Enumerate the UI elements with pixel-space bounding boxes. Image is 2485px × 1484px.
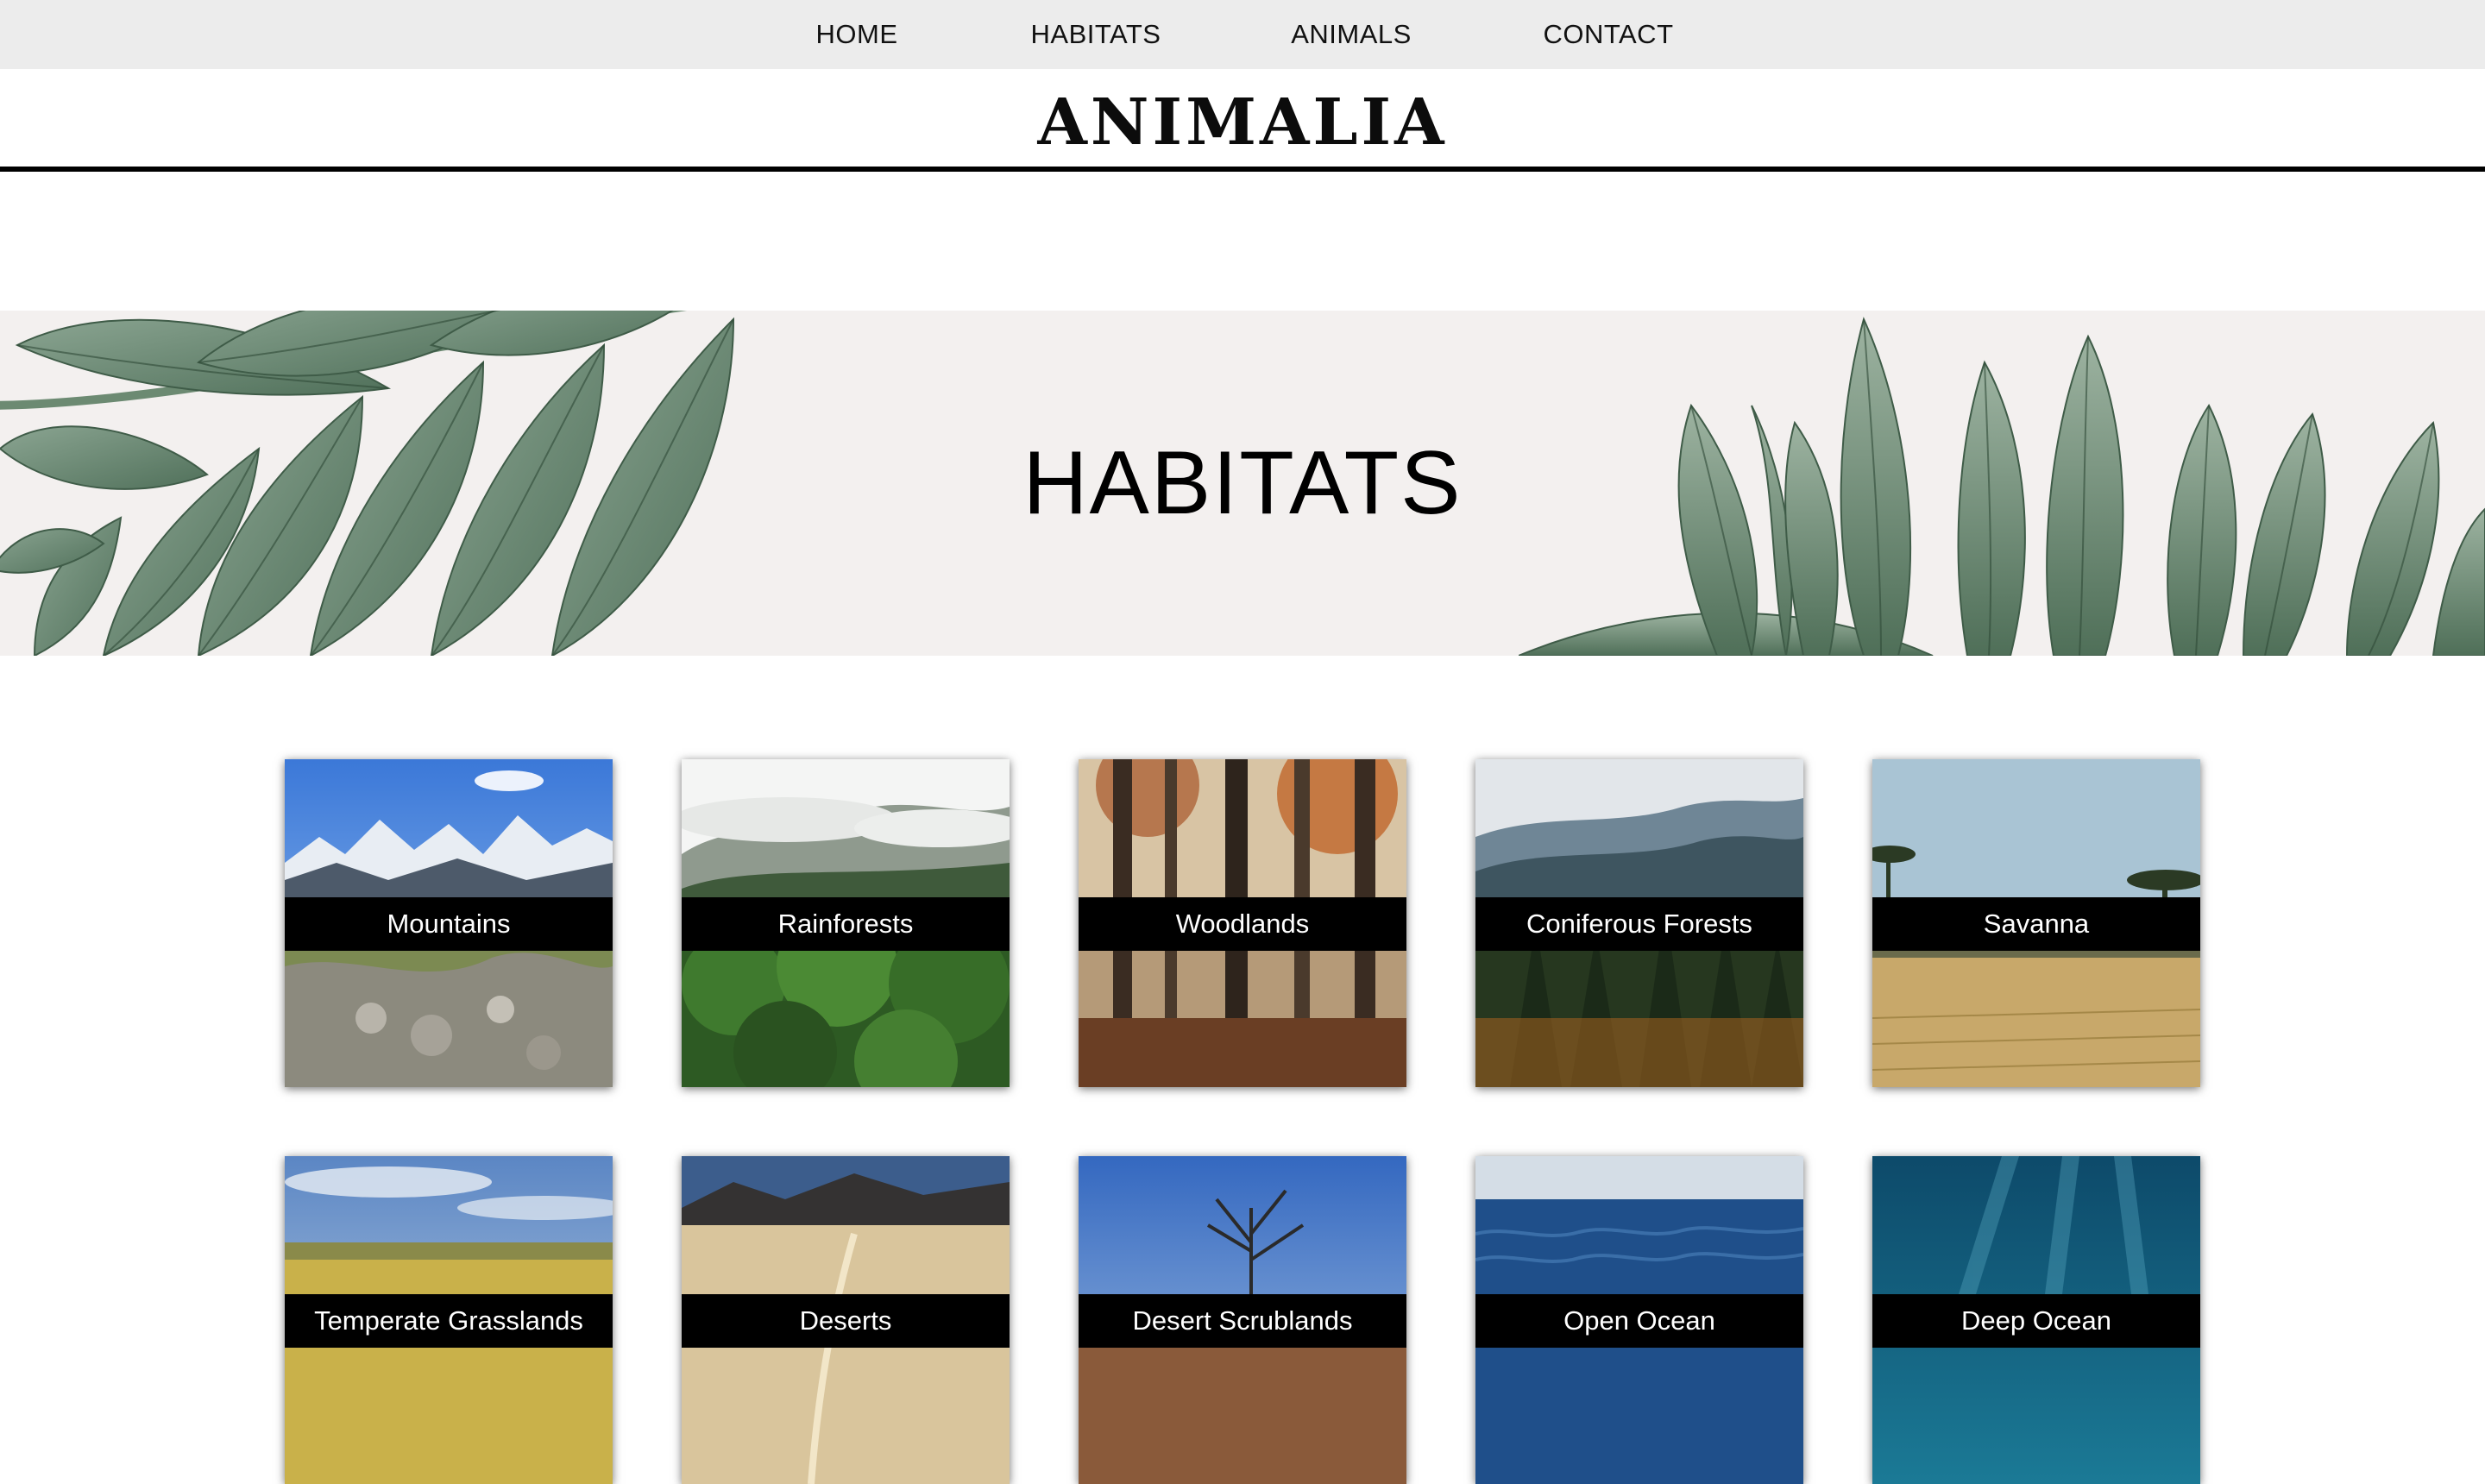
habitat-label: Deep Ocean bbox=[1872, 1294, 2200, 1348]
hero-banner: HABITATS bbox=[0, 311, 2485, 656]
habitat-label: Mountains bbox=[285, 897, 613, 951]
habitat-label: Deserts bbox=[682, 1294, 1010, 1348]
habitat-card-coniferous-forests[interactable]: Coniferous Forests bbox=[1475, 759, 1803, 1087]
habitat-card-mountains[interactable]: Mountains bbox=[285, 759, 613, 1087]
habitat-card-deserts[interactable]: Deserts bbox=[682, 1156, 1010, 1484]
nav-home-link[interactable]: HOME bbox=[816, 0, 898, 69]
habitat-card-savanna[interactable]: Savanna bbox=[1872, 759, 2200, 1087]
nav-contact-link[interactable]: CONTACT bbox=[1543, 0, 1673, 69]
habitat-card-open-ocean[interactable]: Open Ocean bbox=[1475, 1156, 1803, 1484]
habitat-label: Temperate Grasslands bbox=[285, 1294, 613, 1348]
habitat-card-rainforests[interactable]: Rainforests bbox=[682, 759, 1010, 1087]
habitat-label: Open Ocean bbox=[1475, 1294, 1803, 1348]
habitat-label: Coniferous Forests bbox=[1475, 897, 1803, 951]
top-nav: HOME HABITATS ANIMALS CONTACT bbox=[0, 0, 2485, 69]
nav-habitats-link[interactable]: HABITATS bbox=[1031, 0, 1161, 69]
header-divider bbox=[0, 167, 2485, 172]
habitat-card-deep-ocean[interactable]: Deep Ocean bbox=[1872, 1156, 2200, 1484]
habitat-label: Desert Scrublands bbox=[1079, 1294, 1406, 1348]
habitat-card-desert-scrublands[interactable]: Desert Scrublands bbox=[1079, 1156, 1406, 1484]
habitat-label: Savanna bbox=[1872, 897, 2200, 951]
habitat-card-temperate-grasslands[interactable]: Temperate Grasslands bbox=[285, 1156, 613, 1484]
nav-animals-link[interactable]: ANIMALS bbox=[1291, 0, 1412, 69]
page-title: HABITATS bbox=[1022, 433, 1463, 533]
site-logo[interactable]: ANIMALIA bbox=[0, 79, 2485, 166]
habitat-label: Rainforests bbox=[682, 897, 1010, 951]
habitat-label: Woodlands bbox=[1079, 897, 1406, 951]
habitat-card-woodlands[interactable]: Woodlands bbox=[1079, 759, 1406, 1087]
